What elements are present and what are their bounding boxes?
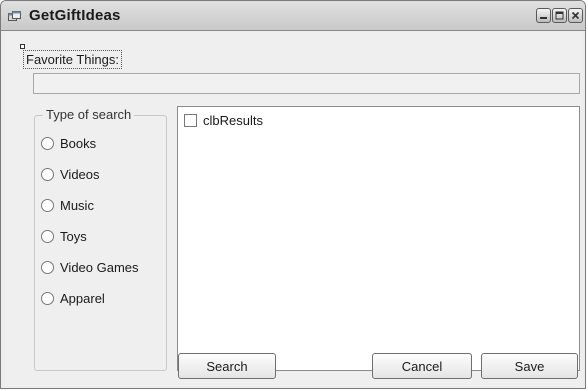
radio-button-icon[interactable] — [41, 136, 54, 150]
close-icon — [571, 11, 580, 20]
radio-books[interactable]: Books — [41, 134, 96, 152]
radio-label: Toys — [60, 228, 87, 244]
radio-toys[interactable]: Toys — [41, 227, 87, 245]
selection-handle[interactable] — [20, 44, 25, 49]
maximize-button[interactable] — [552, 8, 567, 23]
maximize-icon — [555, 11, 564, 20]
radio-label: Music — [60, 197, 94, 213]
list-item-label: clbResults — [203, 113, 263, 128]
window-title: GetGiftIdeas — [29, 7, 121, 24]
save-button[interactable]: Save — [481, 353, 578, 379]
favorite-things-input[interactable] — [33, 73, 580, 94]
list-item[interactable]: clbResults — [184, 113, 263, 128]
radio-videos[interactable]: Videos — [41, 165, 100, 183]
favorite-things-label: Favorite Things: — [23, 50, 122, 69]
checkbox-icon[interactable] — [184, 114, 197, 127]
radio-apparel[interactable]: Apparel — [41, 289, 105, 307]
radio-video-games[interactable]: Video Games — [41, 258, 139, 276]
minimize-button[interactable] — [536, 8, 551, 23]
title-bar[interactable]: GetGiftIdeas — [1, 1, 585, 31]
radio-button-icon[interactable] — [41, 291, 54, 305]
form-client-area: Favorite Things: Type of search Books Vi… — [5, 32, 581, 386]
radio-label: Videos — [60, 166, 100, 182]
minimize-icon — [540, 17, 547, 19]
radio-music[interactable]: Music — [41, 196, 94, 214]
cancel-button[interactable]: Cancel — [372, 353, 472, 379]
radio-button-icon[interactable] — [41, 260, 54, 274]
type-of-search-legend: Type of search — [43, 107, 135, 122]
radio-label: Apparel — [60, 290, 105, 306]
search-button[interactable]: Search — [178, 353, 276, 379]
radio-button-icon[interactable] — [41, 229, 54, 243]
radio-button-icon[interactable] — [41, 167, 54, 181]
radio-label: Books — [60, 135, 97, 151]
radio-button-icon[interactable] — [41, 198, 54, 212]
app-form-icon[interactable] — [8, 10, 21, 22]
main-window: GetGiftIdeas Favorite Things: Type of se… — [0, 0, 586, 389]
radio-label: Video Games — [60, 259, 139, 275]
close-button[interactable] — [568, 8, 583, 23]
results-checked-list[interactable]: clbResults — [177, 106, 580, 371]
